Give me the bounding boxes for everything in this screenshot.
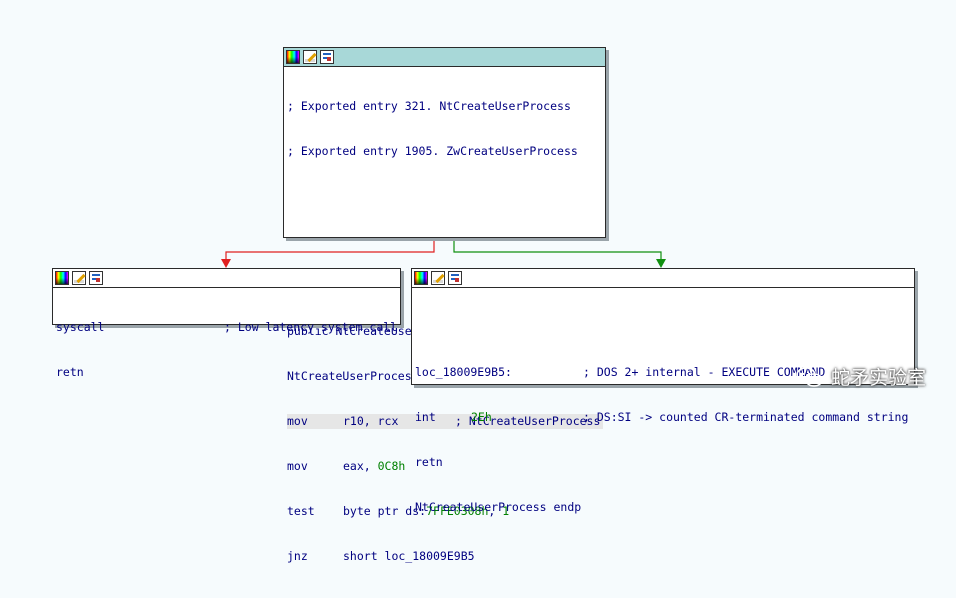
immediate-value: 0C8h [377,459,406,473]
inline-comment: ; DOS 2+ internal - EXECUTE COMMAND [583,365,826,379]
inline-comment: ; DS:SI -> counted CR-terminated command… [583,410,909,424]
group-nodes-icon[interactable] [320,50,334,64]
group-nodes-icon[interactable] [448,271,462,285]
mnemonic: retn [56,365,84,379]
instruction-line[interactable]: syscall ; Low latency system call [56,320,398,335]
group-nodes-icon[interactable] [89,271,103,285]
mnemonic: mov [287,414,308,428]
code-label: loc_18009E9B5: [415,365,512,379]
operands: eax, [343,459,378,473]
instruction-line[interactable]: retn [415,455,912,470]
inline-comment: ; Low latency system call [224,320,398,334]
endp-line: NtCreateUserProcess endp [415,500,582,514]
node-header [53,269,400,288]
rename-node-icon[interactable] [72,271,86,285]
instruction-line[interactable]: retn [56,365,398,380]
rename-node-icon[interactable] [431,271,445,285]
comment-line: ; Exported entry 321. NtCreateUserProces… [287,99,571,113]
mnemonic: retn [415,455,443,469]
graph-node-syscall[interactable]: syscall ; Low latency system call retn [52,268,401,379]
rename-node-icon[interactable] [303,50,317,64]
watermark: 蛇矛实验室 [795,363,926,390]
mnemonic: test [287,504,315,518]
graph-node-entry[interactable]: ; Exported entry 321. NtCreateUserProces… [283,47,606,563]
mnemonic: syscall [56,320,105,334]
mnemonic: jnz [287,549,308,563]
comment-line: ; Exported entry 1905. ZwCreateUserProce… [287,144,578,158]
node-header [412,269,914,288]
node-header [284,48,605,67]
wechat-logo-icon [795,366,825,388]
true-branch-arrowhead [656,259,666,268]
node-code: syscall ; Low latency system call retn [53,288,400,414]
false-branch-arrowhead [221,259,231,268]
jump-target[interactable]: short loc_18009E9B5 [343,549,475,563]
node-code: loc_18009E9B5: ; DOS 2+ internal - EXECUT… [412,288,914,549]
watermark-text: 蛇矛实验室 [830,367,926,389]
instruction-line[interactable]: jnz short loc_18009E9B5 [287,549,603,564]
mnemonic: mov [287,459,308,473]
node-color-icon[interactable] [414,271,428,285]
node-color-icon[interactable] [286,50,300,64]
node-color-icon[interactable] [55,271,69,285]
